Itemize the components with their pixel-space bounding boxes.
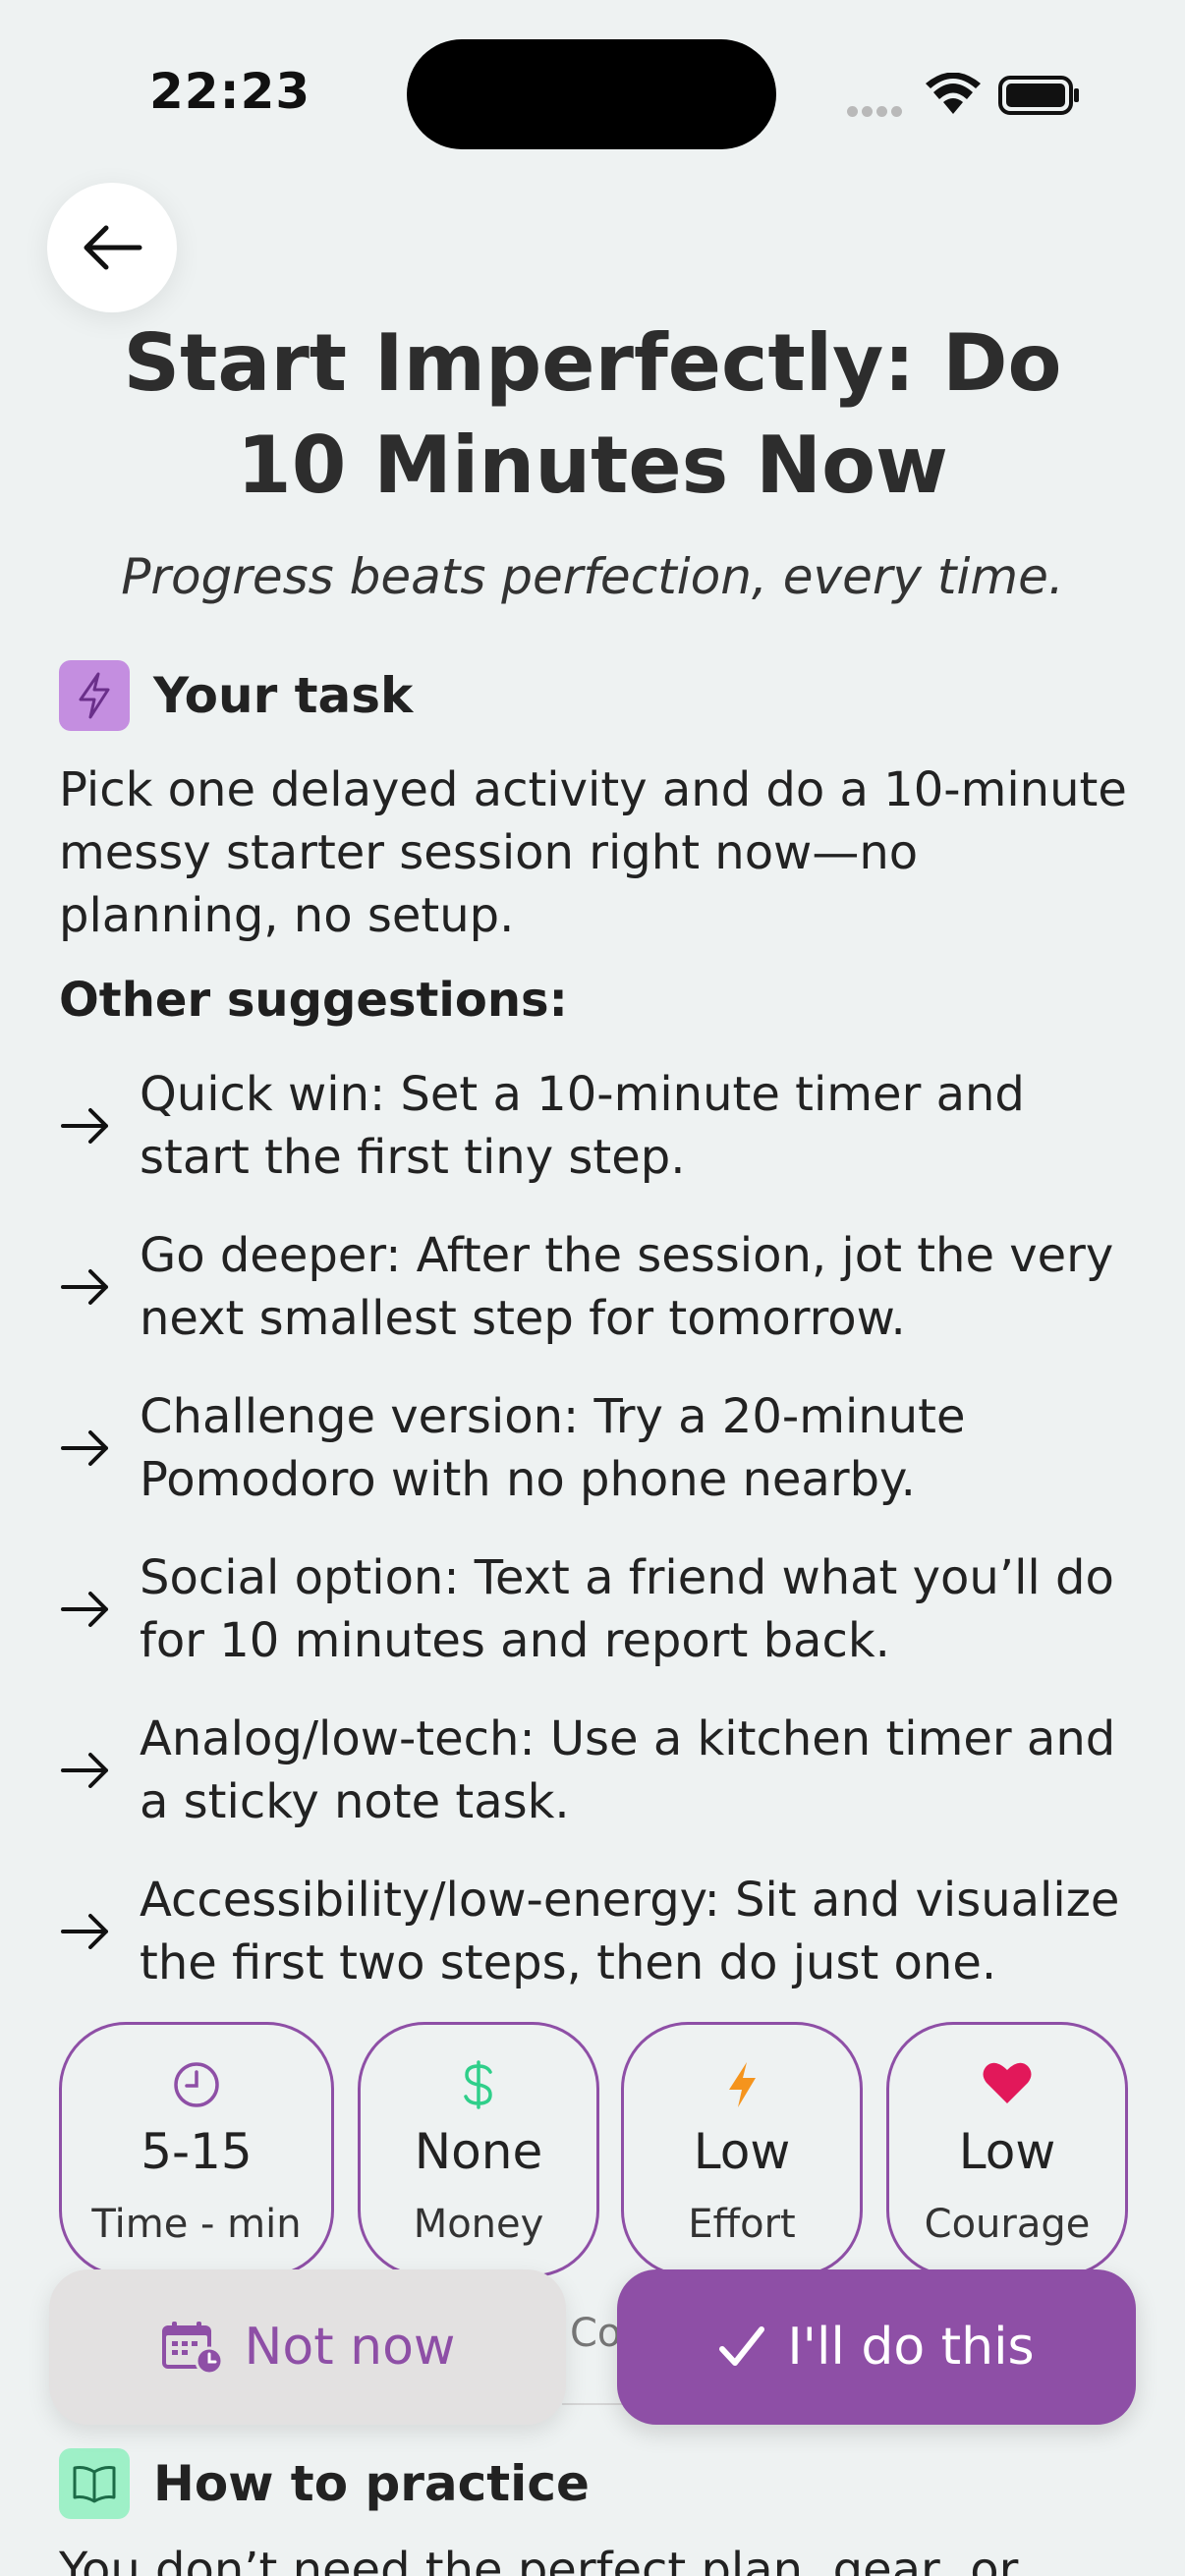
practice-text: You don’t need the perfect plan, gear, o…	[59, 2543, 1019, 2576]
arrow-right-icon	[59, 1106, 140, 1146]
stat-label: Effort	[688, 2202, 796, 2247]
suggestion-text: Social option: Text a friend what you’ll…	[140, 1550, 1114, 1668]
do-this-button[interactable]: I'll do this	[617, 2269, 1136, 2425]
practice-heading: How to practice	[153, 2455, 590, 2512]
task-description: Pick one delayed activity and do a 10-mi…	[59, 762, 1127, 943]
wifi-icon	[926, 73, 981, 114]
status-time: 22:23	[149, 63, 311, 120]
heart-icon	[889, 2060, 1125, 2105]
stat-label: Money	[413, 2202, 544, 2247]
page-subtitle: Progress beats perfection, every time.	[121, 548, 1064, 605]
lightning-icon	[624, 2060, 860, 2109]
page-title: Start Imperfectly: Do 10 Minutes Now	[123, 317, 1062, 511]
stat-courage: Low Courage	[886, 2022, 1128, 2277]
arrow-right-icon	[59, 1590, 140, 1629]
stat-money: None Money	[358, 2022, 599, 2277]
practice-section-header: How to practice	[59, 2448, 590, 2519]
calendar-clock-icon	[161, 2322, 223, 2375]
battery-icon	[998, 76, 1079, 115]
stat-time: 5-15 Time - min	[59, 2022, 334, 2277]
task-section-header: Your task	[59, 660, 413, 731]
dynamic-island	[407, 39, 776, 149]
stat-label: Time - min	[91, 2202, 302, 2247]
stat-effort: Low Effort	[621, 2022, 863, 2277]
cellular-signal-icon	[847, 102, 908, 117]
stat-value: Low	[958, 2123, 1056, 2180]
suggestion-text: Challenge version: Try a 20-minute Pomod…	[140, 1389, 966, 1507]
dollar-icon	[361, 2060, 596, 2109]
list-item: Analog/low-tech: Use a kitchen timer and…	[59, 1690, 1140, 1851]
list-item: Go deeper: After the session, jot the ve…	[59, 1206, 1140, 1368]
not-now-button[interactable]: Not now	[49, 2269, 566, 2425]
lightning-icon	[59, 660, 130, 731]
book-icon	[59, 2448, 130, 2519]
list-item: Social option: Text a friend what you’ll…	[59, 1529, 1140, 1690]
suggestions-list: Quick win: Set a 10-minute timer and sta…	[59, 1045, 1140, 2012]
stats-row: 5-15 Time - min None Money Low Effort Lo…	[59, 2022, 1130, 2277]
arrow-right-icon	[59, 1428, 140, 1468]
suggestion-text: Go deeper: After the session, jot the ve…	[140, 1228, 1114, 1346]
suggestion-text: Accessibility/low-energy: Sit and visual…	[140, 1873, 1120, 1990]
list-item: Accessibility/low-energy: Sit and visual…	[59, 1851, 1140, 2012]
do-this-label: I'll do this	[787, 2318, 1035, 2377]
stat-value: 5-15	[141, 2123, 253, 2180]
status-bar: 22:23	[0, 0, 1185, 187]
arrow-right-icon	[59, 1267, 140, 1307]
list-item: Quick win: Set a 10-minute timer and sta…	[59, 1045, 1140, 1206]
list-item: Challenge version: Try a 20-minute Pomod…	[59, 1368, 1140, 1529]
clock-icon	[62, 2060, 331, 2109]
checkmark-icon	[719, 2326, 765, 2366]
task-heading: Your task	[153, 667, 414, 724]
not-now-label: Not now	[244, 2318, 456, 2377]
suggestion-text: Quick win: Set a 10-minute timer and sta…	[140, 1067, 1025, 1185]
suggestions-heading: Other suggestions:	[59, 973, 568, 1028]
arrow-right-icon	[59, 1912, 140, 1951]
arrow-left-icon	[84, 225, 142, 270]
arrow-right-icon	[59, 1751, 140, 1790]
hidden-label: Co	[570, 2311, 622, 2356]
suggestion-text: Analog/low-tech: Use a kitchen timer and…	[140, 1711, 1116, 1829]
back-button[interactable]	[47, 183, 177, 312]
stat-value: None	[414, 2123, 543, 2180]
stat-value: Low	[693, 2123, 791, 2180]
stat-label: Courage	[924, 2202, 1091, 2247]
